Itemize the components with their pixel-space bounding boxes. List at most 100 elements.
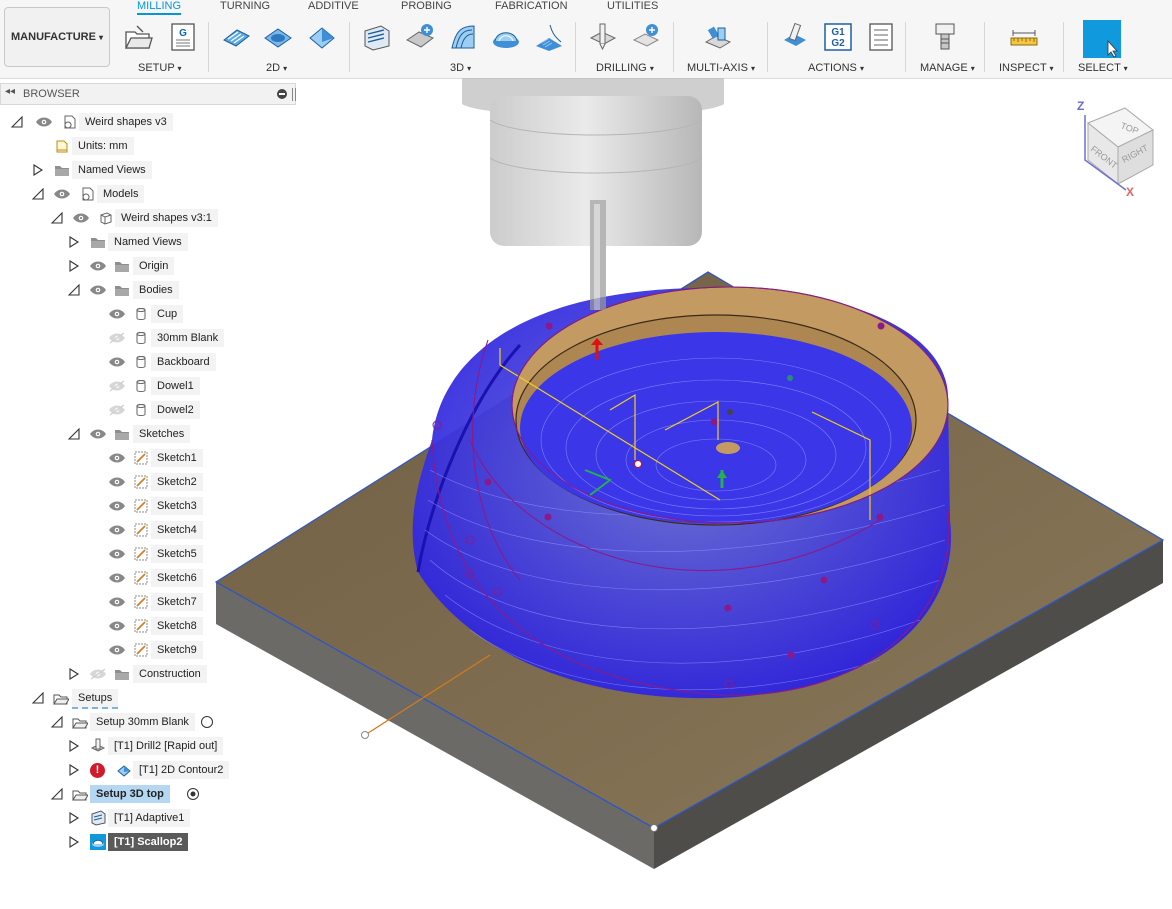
tree-node[interactable]: Sketch3 [0, 496, 296, 516]
drill-icon[interactable] [588, 22, 618, 52]
group-manage-label[interactable]: MANAGE ▾ [920, 62, 975, 74]
tree-node-label[interactable]: 30mm Blank [151, 329, 225, 347]
tree-node-label[interactable]: [T1] Drill2 [Rapid out] [108, 737, 224, 755]
tree-node[interactable]: Sketch7 [0, 592, 296, 612]
tree-node-label[interactable]: Setup 30mm Blank [90, 713, 195, 731]
tree-node[interactable]: Sketch8 [0, 616, 296, 636]
2d-adaptive-icon[interactable] [221, 22, 251, 52]
tree-node[interactable]: Sketch4 [0, 520, 296, 540]
eye-hidden-icon[interactable] [108, 403, 126, 417]
eye-icon[interactable] [108, 643, 126, 657]
tree-node-label[interactable]: Bodies [133, 281, 179, 299]
eye-icon[interactable] [72, 211, 90, 225]
workspace-switcher[interactable]: MANUFACTURE ▾ [4, 7, 110, 67]
tree-node-label[interactable]: Units: mm [72, 137, 134, 155]
tab-fabrication[interactable]: FABRICATION [495, 0, 568, 12]
2d-pocket-icon[interactable] [263, 22, 293, 52]
3d-adaptive-icon[interactable] [362, 22, 392, 52]
simulate-icon[interactable] [780, 22, 810, 52]
tree-node[interactable]: Weird shapes v3 [0, 112, 296, 132]
tab-milling[interactable]: MILLING [137, 0, 182, 15]
panel-grip-icon[interactable] [292, 88, 296, 101]
tree-node[interactable]: Setup 3D top [0, 784, 296, 804]
tab-probing[interactable]: PROBING [401, 0, 452, 12]
eye-icon[interactable] [108, 499, 126, 513]
tree-node-label[interactable]: Sketch7 [151, 593, 203, 611]
multi-axis-icon[interactable] [703, 22, 733, 52]
group-3d-label[interactable]: 3D ▾ [450, 62, 471, 74]
tab-additive[interactable]: ADDITIVE [308, 0, 359, 12]
expand-triangle-icon[interactable] [68, 836, 80, 848]
post-process-icon[interactable]: G1G2 [823, 22, 853, 52]
tree-node-label[interactable]: Sketch9 [151, 641, 203, 659]
tree-node[interactable]: Cup [0, 304, 296, 324]
expand-triangle-icon[interactable] [32, 164, 44, 176]
tree-node-label[interactable]: Sketch5 [151, 545, 203, 563]
parallel-icon[interactable] [448, 22, 478, 52]
group-actions-label[interactable]: ACTIONS ▾ [808, 62, 864, 74]
group-multi-axis-label[interactable]: MULTI-AXIS ▾ [687, 62, 755, 74]
eye-icon[interactable] [108, 307, 126, 321]
collapse-triangle-icon[interactable] [51, 212, 63, 224]
eye-icon[interactable] [89, 283, 107, 297]
tree-node[interactable]: Sketch1 [0, 448, 296, 468]
tree-node[interactable]: Sketches [0, 424, 296, 444]
eye-icon[interactable] [108, 475, 126, 489]
tree-node-label[interactable]: Sketch3 [151, 497, 203, 515]
contour-icon[interactable] [534, 22, 564, 52]
setup-radio-icon[interactable] [200, 715, 214, 729]
tree-node-label[interactable]: [T1] Scallop2 [108, 833, 189, 851]
collapse-triangle-icon[interactable] [68, 428, 80, 440]
expand-triangle-icon[interactable] [68, 260, 80, 272]
tree-node-label[interactable]: [T1] Adaptive1 [108, 809, 191, 827]
eye-icon[interactable] [53, 187, 71, 201]
3d-pocket-icon[interactable] [405, 22, 435, 52]
tree-node-label[interactable]: Backboard [151, 353, 216, 371]
eye-hidden-icon[interactable] [89, 667, 107, 681]
new-setup-icon[interactable] [123, 22, 153, 52]
tree-node[interactable]: Backboard [0, 352, 296, 372]
eye-icon[interactable] [108, 355, 126, 369]
setup-sheet-icon[interactable]: G [167, 22, 197, 52]
tree-node-label[interactable]: Dowel1 [151, 377, 200, 395]
collapse-triangle-icon[interactable] [68, 284, 80, 296]
minimize-icon[interactable] [277, 89, 287, 99]
eye-icon[interactable] [89, 259, 107, 273]
tree-node[interactable]: [T1] Drill2 [Rapid out] [0, 736, 296, 756]
tree-node[interactable]: Named Views [0, 232, 296, 252]
hole-recognition-icon[interactable] [631, 22, 661, 52]
tree-node[interactable]: Sketch2 [0, 472, 296, 492]
tree-node[interactable]: Units: mm [0, 136, 296, 156]
collapse-triangle-icon[interactable] [32, 692, 44, 704]
tree-node[interactable]: [T1] Scallop2 [0, 832, 296, 852]
tree-node-label[interactable]: Setups [72, 689, 119, 709]
select-icon[interactable] [1083, 20, 1121, 58]
eye-icon[interactable] [108, 619, 126, 633]
tree-node-label[interactable]: Setup 3D top [90, 785, 170, 803]
tree-node[interactable]: Sketch9 [0, 640, 296, 660]
collapse-panel-icon[interactable]: ◂◂ [5, 86, 15, 97]
tree-node-label[interactable]: Dowel2 [151, 401, 200, 419]
eye-icon[interactable] [35, 115, 53, 129]
expand-triangle-icon[interactable] [68, 740, 80, 752]
scallop-icon[interactable] [491, 22, 521, 52]
tree-node[interactable]: Construction [0, 664, 296, 684]
tree-node[interactable]: Setups [0, 688, 296, 709]
eye-icon[interactable] [108, 523, 126, 537]
tree-node-label[interactable]: Sketches [133, 425, 191, 443]
expand-triangle-icon[interactable] [68, 764, 80, 776]
tree-node-label[interactable]: Models [97, 185, 145, 203]
tree-node-label[interactable]: Weird shapes v3:1 [115, 209, 218, 227]
eye-icon[interactable] [108, 595, 126, 609]
group-2d-label[interactable]: 2D ▾ [266, 62, 287, 74]
tree-node-label[interactable]: Origin [133, 257, 175, 275]
collapse-triangle-icon[interactable] [51, 788, 63, 800]
tree-node[interactable]: ! [T1] 2D Contour2 [0, 760, 296, 780]
expand-triangle-icon[interactable] [68, 236, 80, 248]
expand-triangle-icon[interactable] [68, 668, 80, 680]
collapse-triangle-icon[interactable] [51, 716, 63, 728]
group-inspect-label[interactable]: INSPECT ▾ [999, 62, 1054, 74]
tree-node[interactable]: Setup 30mm Blank [0, 712, 296, 732]
group-select-label[interactable]: SELECT ▾ [1078, 62, 1128, 74]
expand-triangle-icon[interactable] [68, 812, 80, 824]
